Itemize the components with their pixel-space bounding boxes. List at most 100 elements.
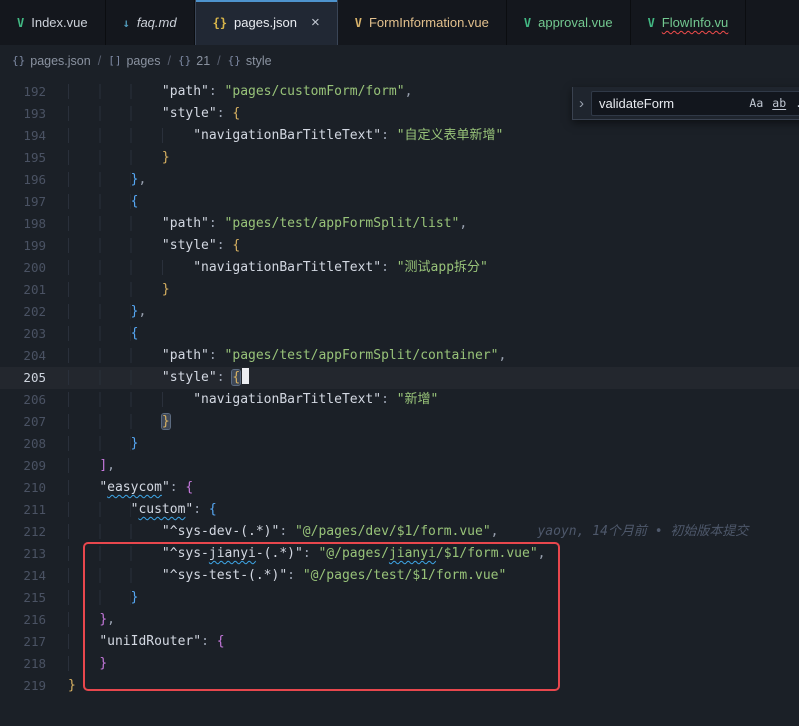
code-line[interactable]: 203 { [0,323,799,345]
code-line[interactable]: 200 "navigationBarTitleText": "测试app拆分" [0,257,799,279]
token: : [381,392,397,407]
breadcrumb-item-pages[interactable]: []pages [108,54,160,68]
token: "^sys-test-(.*)" [162,568,287,583]
token: jianyi [389,546,436,561]
token: "@/pages/ [318,546,388,561]
line-number: 193 [0,103,46,125]
line-content: ], [68,455,115,477]
token: } [131,590,139,605]
line-content: }, [68,609,115,631]
code-line[interactable]: 195 } [0,147,799,169]
markdown-icon: ↓ [123,16,130,30]
token: "@/pages/test/$1/form.vue" [303,568,507,583]
token: , [405,84,413,99]
token: { [209,502,217,517]
line-content: { [68,191,138,213]
tab-label: Index.vue [31,15,87,30]
vue-icon: V [524,16,531,30]
breadcrumb-label: pages [126,54,160,68]
regex-icon[interactable]: .* [795,96,799,110]
line-number: 219 [0,675,46,697]
line-content: } [68,147,170,169]
token: : [303,546,319,561]
find-input-value[interactable]: validateForm [599,96,740,111]
tab-approval.vue[interactable]: Vapproval.vue [507,0,631,45]
code-line[interactable]: 204 "path": "pages/test/appFormSplit/con… [0,345,799,367]
token: } [131,436,139,451]
indent-guides [68,128,193,143]
code-line[interactable]: 218 } [0,653,799,675]
code-line[interactable]: 194 "navigationBarTitleText": "自定义表单新增" [0,125,799,147]
code-line[interactable]: 211 "custom": { [0,499,799,521]
code-line[interactable]: 210 "easycom": { [0,477,799,499]
text-cursor [242,368,249,384]
indent-guides [68,436,131,451]
breadcrumb-item-style[interactable]: {}style [228,54,272,68]
toggle-replace-chevron-icon[interactable]: › [579,95,584,112]
code-line[interactable]: 205 "style": { [0,367,799,389]
line-content: }, [68,169,146,191]
line-number: 196 [0,169,46,191]
token: -(.*)" [256,546,303,561]
code-line[interactable]: 206 "navigationBarTitleText": "新增" [0,389,799,411]
code-line[interactable]: 217 "uniIdRouter": { [0,631,799,653]
indent-guides [68,414,162,429]
code-line[interactable]: 202 }, [0,301,799,323]
line-number: 201 [0,279,46,301]
match-case-icon[interactable]: Aa [749,96,763,110]
code-line[interactable]: 197 { [0,191,799,213]
token: custom [138,502,185,517]
token: , [538,546,546,561]
indent-guides [68,370,162,385]
token: "^sys- [162,546,209,561]
editor[interactable]: 192 "path": "pages/customForm/form",193 … [0,76,799,697]
token: "pages/test/appFormSplit/list" [225,216,460,231]
tab-FlowInfo.vu[interactable]: VFlowInfo.vu [631,0,747,45]
line-content: }, [68,301,146,323]
code-line[interactable]: 208 } [0,433,799,455]
breadcrumb-item-21[interactable]: {}21 [178,54,210,68]
close-icon[interactable]: × [311,15,320,30]
code-line[interactable]: 215 } [0,587,799,609]
token: "新增" [397,392,439,407]
code-line[interactable]: 198 "path": "pages/test/appFormSplit/lis… [0,213,799,235]
tab-faq.md[interactable]: ↓ faq.md [106,0,195,45]
tab-pages.json[interactable]: {}pages.json× [195,0,338,45]
code-line[interactable]: 213 "^sys-jianyi-(.*)": "@/pages/jianyi/… [0,543,799,565]
line-number: 198 [0,213,46,235]
line-content: "style": { [68,103,240,125]
line-number: 214 [0,565,46,587]
token: } [99,656,107,671]
line-number: 204 [0,345,46,367]
code-line[interactable]: 196 }, [0,169,799,191]
whole-word-icon[interactable]: ab [772,96,786,110]
indent-guides [68,304,131,319]
token: : [201,634,217,649]
code-line[interactable]: 199 "style": { [0,235,799,257]
token: ] [99,458,107,473]
code-line[interactable]: 212 "^sys-dev-(.*)": "@/pages/dev/$1/for… [0,521,799,543]
indent-guides [68,348,162,363]
token: } [162,414,170,429]
indent-guides [68,590,131,605]
tab-label: faq.md [137,15,177,30]
token: "测试app拆分" [397,260,488,275]
code-line[interactable]: 216 }, [0,609,799,631]
code-line[interactable]: 209 ], [0,455,799,477]
tab-FormInformation.vue[interactable]: VFormInformation.vue [338,0,507,45]
code-line[interactable]: 214 "^sys-test-(.*)": "@/pages/test/$1/f… [0,565,799,587]
breadcrumb-item-pages.json[interactable]: {}pages.json [12,54,91,68]
token: "^sys-dev-(.*)" [162,524,279,539]
line-content: "path": "pages/test/appFormSplit/contain… [68,345,506,367]
code-line[interactable]: 219} [0,675,799,697]
tab-Index.vue[interactable]: VIndex.vue [0,0,106,45]
indent-guides [68,502,131,517]
indent-guides [68,568,162,583]
code-line[interactable]: 207 } [0,411,799,433]
token: { [232,238,240,253]
token: : [381,128,397,143]
find-input[interactable]: validateForm Aa ab .* [591,91,799,116]
token: "uniIdRouter" [99,634,201,649]
code-line[interactable]: 201 } [0,279,799,301]
token: : [209,348,225,363]
